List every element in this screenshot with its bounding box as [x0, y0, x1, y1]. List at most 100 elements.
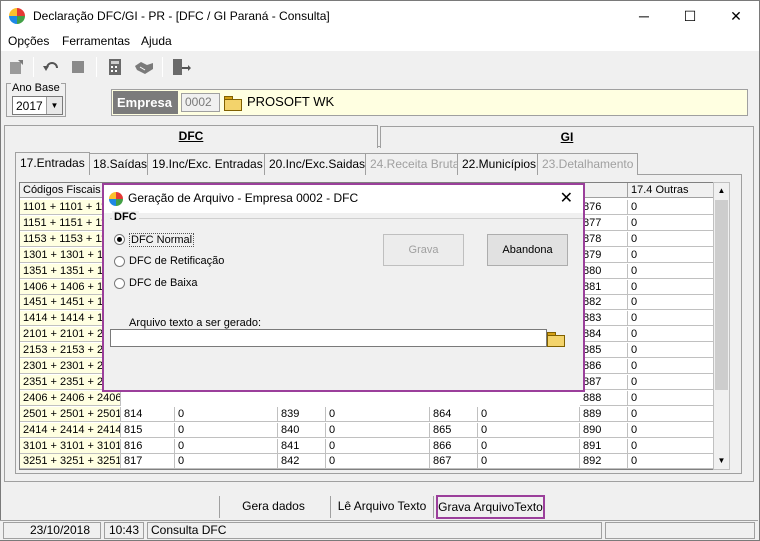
grid-cell[interactable]: 0	[175, 438, 278, 454]
grava-arquivo-texto-button[interactable]: Grava ArquivoTexto	[436, 495, 545, 519]
scroll-down-icon[interactable]: ▼	[714, 453, 729, 469]
grid-cell[interactable]: 0	[628, 343, 713, 359]
grid-cell[interactable]: 0	[478, 406, 580, 422]
grid-cell[interactable]: 0	[628, 407, 713, 422]
close-button[interactable]: ✕	[713, 1, 759, 31]
grid-cell[interactable]: 885	[580, 343, 628, 359]
abandona-button[interactable]: Abandona	[487, 234, 568, 266]
radio-dfc-baixa[interactable]	[114, 278, 125, 289]
grid-cell[interactable]: 841	[278, 438, 326, 454]
grid-cell[interactable]: 0	[628, 216, 713, 231]
tab-municipios[interactable]: 22.Municípios	[457, 153, 542, 175]
grid-cell[interactable]: 867	[430, 454, 478, 469]
grid-cell[interactable]: 0	[175, 454, 278, 469]
grid-cell[interactable]: 815	[121, 422, 175, 438]
open-folder-icon[interactable]	[224, 96, 242, 111]
grid-cell[interactable]: 0	[326, 422, 430, 438]
stop-icon[interactable]	[67, 57, 89, 77]
grid-cell[interactable]: 0	[628, 295, 713, 311]
grid-cell[interactable]: 879	[580, 247, 628, 263]
grid-cell[interactable]: 865	[430, 422, 478, 438]
maximize-button[interactable]: ☐	[667, 1, 713, 31]
arquivo-texto-input[interactable]	[110, 329, 547, 347]
grid-cell[interactable]: 0	[326, 438, 430, 454]
undo-icon[interactable]	[41, 57, 63, 77]
grid-cell[interactable]: 0	[628, 311, 713, 327]
tab-inc-exc-entradas[interactable]: 19.Inc/Exc. Entradas	[147, 153, 268, 175]
grid-cell[interactable]: 816	[121, 438, 175, 454]
open-folder-icon[interactable]	[547, 332, 565, 347]
grid-row-code-cell[interactable]: 2406 + 2406 + 2406	[20, 390, 121, 406]
dialog-close-button[interactable]: ✕	[560, 188, 573, 208]
grid-cell[interactable]: 842	[278, 454, 326, 469]
grid-cell[interactable]: 0	[628, 327, 713, 343]
menu-ferramentas[interactable]: Ferramentas	[62, 34, 130, 48]
grid-cell[interactable]: 876	[580, 200, 628, 215]
radio-dfc-normal[interactable]	[114, 234, 125, 245]
exit-door-icon[interactable]	[169, 57, 191, 77]
radio-label-dfc-baixa[interactable]: DFC de Baixa	[129, 277, 197, 289]
grid-cell[interactable]: 0	[628, 359, 713, 374]
grid-cell[interactable]: 890	[580, 422, 628, 438]
menu-ajuda[interactable]: Ajuda	[141, 34, 172, 48]
tab-saidas[interactable]: 18.Saídas	[88, 153, 153, 175]
ano-base-select[interactable]: 2017 ▼	[12, 96, 63, 115]
grid-cell[interactable]: 889	[580, 406, 628, 422]
scrollbar-thumb[interactable]	[715, 200, 728, 390]
grid-cell[interactable]: 0	[628, 439, 713, 454]
grid-cell[interactable]: 0	[326, 406, 430, 422]
grid-cell[interactable]: 0	[175, 406, 278, 422]
tab-dfc[interactable]: DFC	[4, 125, 378, 148]
grid-cell[interactable]: 840	[278, 422, 326, 438]
grid-cell[interactable]: 0	[478, 422, 580, 438]
grid-cell[interactable]: 883	[580, 311, 628, 327]
grid-cell[interactable]: 866	[430, 438, 478, 454]
grid-cell[interactable]: 887	[580, 374, 628, 390]
grid-cell[interactable]: 880	[580, 263, 628, 279]
grid-cell[interactable]: 0	[478, 438, 580, 454]
grid-cell[interactable]: 881	[580, 279, 628, 295]
grid-cell[interactable]: 888	[580, 390, 628, 406]
grid-cell[interactable]: 0	[628, 248, 713, 263]
grid-row-code-cell[interactable]: 3101 + 3101 + 3101	[20, 438, 121, 454]
grid-cell[interactable]: 886	[580, 359, 628, 374]
handshake-icon[interactable]	[133, 57, 155, 77]
grid-cell[interactable]: 892	[580, 454, 628, 469]
grid-cell[interactable]: 0	[326, 454, 430, 469]
edit-icon[interactable]	[6, 57, 28, 77]
minimize-button[interactable]: ─	[621, 1, 667, 31]
grid-cell[interactable]: 817	[121, 454, 175, 469]
grid-cell[interactable]: 0	[628, 391, 713, 406]
gera-dados-button[interactable]: Gera dados	[219, 496, 327, 518]
grid-row-code-cell[interactable]: 3251 + 3251 + 3251	[20, 454, 121, 469]
grid-cell[interactable]: 839	[278, 406, 326, 422]
le-arquivo-texto-button[interactable]: Lê Arquivo Texto	[330, 496, 434, 518]
tab-inc-exc-saidas[interactable]: 20.Inc/Exc.Saidas	[264, 153, 371, 175]
radio-label-dfc-retificacao[interactable]: DFC de Retificação	[129, 255, 224, 267]
grid-cell[interactable]: 0	[628, 264, 713, 279]
empresa-code-field[interactable]: 0002	[181, 93, 220, 112]
scroll-up-icon[interactable]: ▲	[714, 183, 729, 199]
grid-cell[interactable]: 877	[580, 215, 628, 231]
grid-cell[interactable]: 0	[628, 423, 713, 438]
grid-cell[interactable]: 878	[580, 231, 628, 247]
grid-cell[interactable]: 0	[628, 375, 713, 390]
grid-cell[interactable]: 0	[628, 280, 713, 295]
grid-cell[interactable]: 882	[580, 295, 628, 311]
grid-cell[interactable]: 814	[121, 406, 175, 422]
radio-label-dfc-normal[interactable]: DFC Normal	[129, 233, 195, 247]
grid-cell[interactable]: 0	[628, 454, 713, 469]
grid-row-code-cell[interactable]: 2501 + 2501 + 2501	[20, 406, 121, 422]
grid-cell[interactable]: 0	[628, 232, 713, 247]
grid-cell[interactable]: 0	[175, 422, 278, 438]
tab-entradas[interactable]: 17.Entradas	[15, 152, 90, 175]
radio-dfc-retificacao[interactable]	[114, 256, 125, 267]
calculator-icon[interactable]	[105, 57, 127, 77]
grid-cell[interactable]: 0	[628, 200, 713, 215]
grid-cell[interactable]: 0	[478, 454, 580, 469]
grid-cell[interactable]: 864	[430, 406, 478, 422]
grid-row-code-cell[interactable]: 2414 + 2414 + 2414	[20, 422, 121, 438]
tab-gi[interactable]: GI	[380, 126, 754, 148]
grid-scrollbar[interactable]: ▲ ▼	[713, 182, 730, 470]
grid-cell[interactable]: 884	[580, 327, 628, 343]
